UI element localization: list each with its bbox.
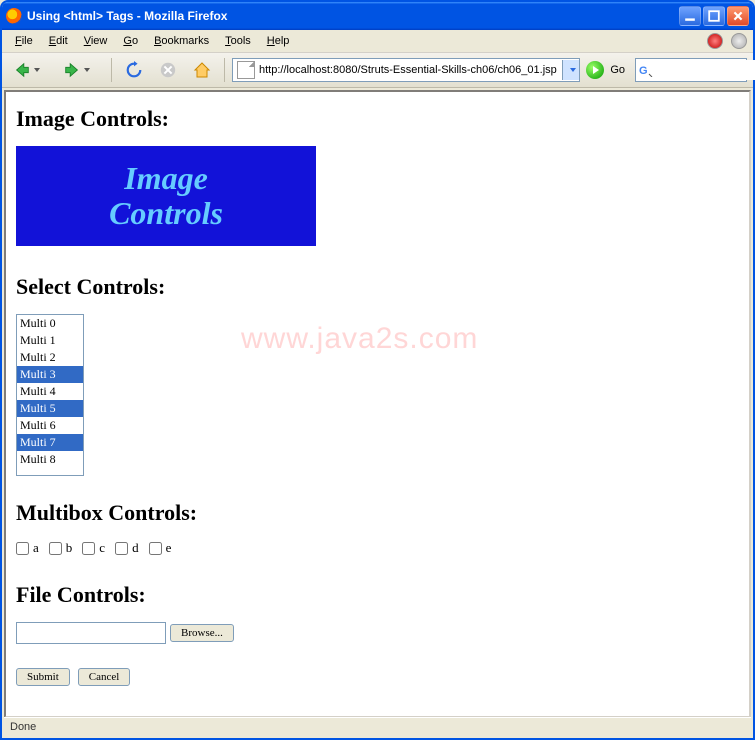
submit-button[interactable]: Submit: [16, 668, 70, 686]
multibox-item[interactable]: c: [82, 540, 105, 556]
window-title: Using <html> Tags - Mozilla Firefox: [27, 9, 679, 23]
multibox-row: a b c d e: [16, 540, 739, 556]
activity-throbber-icon: [731, 33, 747, 49]
multibox-item[interactable]: e: [149, 540, 172, 556]
menubar: File Edit View Go Bookmarks Tools Help: [2, 30, 753, 53]
heading-file-controls: File Controls:: [16, 582, 739, 608]
menu-bookmarks[interactable]: Bookmarks: [147, 33, 216, 49]
maximize-button[interactable]: [703, 6, 725, 26]
select-option[interactable]: Multi 3: [17, 366, 83, 383]
image-line2: Controls: [109, 196, 223, 231]
svg-text:G: G: [639, 65, 648, 77]
page-content[interactable]: Image Controls: Image Controls Select Co…: [6, 92, 749, 716]
content-viewport: Image Controls: Image Controls Select Co…: [4, 90, 751, 718]
select-option[interactable]: Multi 0: [17, 315, 83, 332]
url-input[interactable]: [259, 61, 562, 79]
stop-button[interactable]: [153, 55, 183, 85]
separator: [224, 58, 225, 82]
image-line1: Image: [124, 161, 208, 196]
select-option[interactable]: Multi 2: [17, 349, 83, 366]
file-control-row: Browse...: [16, 622, 739, 644]
menu-tools[interactable]: Tools: [218, 33, 258, 49]
heading-multibox-controls: Multibox Controls:: [16, 500, 739, 526]
multibox-label: d: [132, 540, 139, 556]
multibox-checkbox[interactable]: [82, 542, 95, 555]
separator: [111, 58, 112, 82]
chevron-down-icon: [570, 68, 576, 72]
menu-help[interactable]: Help: [260, 33, 297, 49]
watermark: www.java2s.com: [241, 322, 478, 356]
select-option[interactable]: Multi 7: [17, 434, 83, 451]
home-button[interactable]: [187, 55, 217, 85]
multibox-checkbox[interactable]: [149, 542, 162, 555]
menu-file[interactable]: File: [8, 33, 40, 49]
url-bar[interactable]: [232, 58, 580, 82]
menu-view[interactable]: View: [77, 33, 115, 49]
navigation-toolbar: Go G: [2, 53, 753, 88]
multibox-label: c: [99, 540, 105, 556]
page-icon: [237, 61, 255, 79]
app-window: Using <html> Tags - Mozilla Firefox File…: [0, 0, 755, 740]
chevron-down-icon: [84, 68, 90, 72]
multibox-checkbox[interactable]: [115, 542, 128, 555]
form-buttons: Submit Cancel: [16, 668, 739, 686]
menu-go[interactable]: Go: [116, 33, 145, 49]
minimize-button[interactable]: [679, 6, 701, 26]
heading-select-controls: Select Controls:: [16, 274, 739, 300]
select-option[interactable]: Multi 6: [17, 417, 83, 434]
multibox-item[interactable]: d: [115, 540, 139, 556]
url-dropdown[interactable]: [562, 60, 579, 80]
go-label: Go: [610, 64, 625, 76]
multibox-checkbox[interactable]: [49, 542, 62, 555]
image-control-banner[interactable]: Image Controls: [16, 146, 316, 246]
select-option[interactable]: Multi 1: [17, 332, 83, 349]
select-option[interactable]: Multi 5: [17, 400, 83, 417]
multibox-item[interactable]: b: [49, 540, 73, 556]
firefox-icon: [6, 8, 22, 24]
browse-button[interactable]: Browse...: [170, 624, 234, 642]
multibox-label: a: [33, 540, 39, 556]
stop-throbber-icon[interactable]: [707, 33, 723, 49]
status-text: Done: [10, 721, 36, 733]
multibox-item[interactable]: a: [16, 540, 39, 556]
file-path-input[interactable]: [16, 622, 166, 644]
select-option[interactable]: Multi 8: [17, 451, 83, 468]
multibox-label: e: [166, 540, 172, 556]
close-button[interactable]: [727, 6, 749, 26]
forward-button[interactable]: [58, 55, 104, 85]
menu-edit[interactable]: Edit: [42, 33, 75, 49]
cancel-button[interactable]: Cancel: [78, 668, 131, 686]
go-button[interactable]: [586, 61, 604, 79]
chevron-down-icon: [34, 68, 40, 72]
back-button[interactable]: [8, 55, 54, 85]
statusbar: Done: [4, 717, 751, 736]
multi-select-listbox[interactable]: Multi 0Multi 1Multi 2Multi 3Multi 4Multi…: [16, 314, 84, 476]
search-box[interactable]: G: [635, 58, 747, 82]
multibox-checkbox[interactable]: [16, 542, 29, 555]
titlebar: Using <html> Tags - Mozilla Firefox: [2, 2, 753, 30]
multibox-label: b: [66, 540, 73, 556]
google-search-icon: G: [639, 63, 653, 77]
select-option[interactable]: Multi 4: [17, 383, 83, 400]
heading-image-controls: Image Controls:: [16, 106, 739, 132]
search-input[interactable]: [656, 60, 755, 80]
reload-button[interactable]: [119, 55, 149, 85]
